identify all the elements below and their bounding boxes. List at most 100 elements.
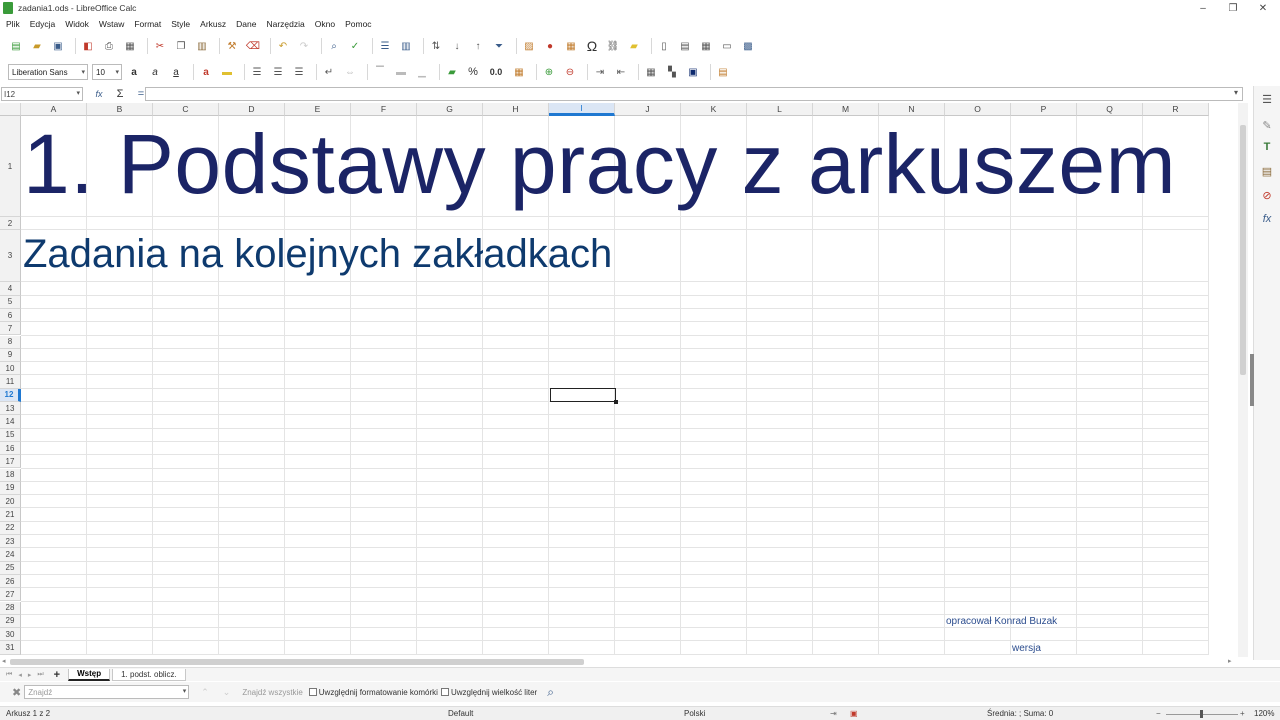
- column-header-c[interactable]: C: [153, 103, 219, 116]
- border-color-icon[interactable]: ▣: [685, 64, 701, 80]
- column-header-o[interactable]: O: [945, 103, 1011, 116]
- row-header-29[interactable]: 29: [0, 614, 21, 629]
- find-previous-icon[interactable]: ⌃: [201, 687, 209, 698]
- font-color-icon[interactable]: a: [198, 64, 214, 80]
- menu-narzedzia[interactable]: Narzędzia: [266, 19, 304, 29]
- column-icon[interactable]: ▥: [398, 38, 414, 54]
- function-wizard-icon[interactable]: fx: [91, 86, 107, 102]
- cell-a1-title[interactable]: 1. Podstawy pracy z arkuszem: [23, 122, 1176, 206]
- status-summary[interactable]: Średnia: ; Suma: 0: [987, 709, 1053, 718]
- bold-icon[interactable]: a: [126, 64, 142, 80]
- properties-icon[interactable]: ✎: [1258, 116, 1276, 134]
- menu-pomoc[interactable]: Pomoc: [345, 19, 371, 29]
- percent-format-icon[interactable]: %: [465, 64, 481, 80]
- find-all-button[interactable]: Znajdź wszystkie: [242, 688, 302, 697]
- font-name-combo[interactable]: Liberation Sans ▾: [8, 64, 88, 80]
- match-formatting-checkbox[interactable]: Uwzględnij formatowanie komórki: [308, 688, 438, 697]
- font-size-combo[interactable]: 10 ▾: [92, 64, 122, 80]
- document-modified-icon[interactable]: ▣: [850, 709, 858, 718]
- column-header-f[interactable]: F: [351, 103, 417, 116]
- open-folder-icon[interactable]: ▰: [29, 38, 45, 54]
- select-all-corner[interactable]: [0, 103, 21, 116]
- row-header-6[interactable]: 6: [0, 308, 21, 323]
- column-header-g[interactable]: G: [417, 103, 483, 116]
- row-header-7[interactable]: 7: [0, 322, 21, 336]
- name-box[interactable]: I12 ▾: [1, 87, 83, 101]
- add-decimal-icon[interactable]: ⊕: [541, 64, 557, 80]
- row-icon[interactable]: ☰: [377, 38, 393, 54]
- zoom-level[interactable]: 120%: [1254, 709, 1274, 718]
- column-header-l[interactable]: L: [747, 103, 813, 116]
- decimal-format-icon[interactable]: 0.0: [486, 64, 506, 80]
- clear-formatting-icon[interactable]: ⌫: [245, 38, 261, 54]
- menu-wstaw[interactable]: Wstaw: [99, 19, 125, 29]
- column-header-i[interactable]: I: [549, 103, 615, 116]
- find-replace-dialog-icon[interactable]: ⌕: [547, 685, 554, 700]
- next-sheet-icon[interactable]: ▸: [28, 671, 32, 679]
- row-header-11[interactable]: 11: [0, 375, 21, 389]
- headers-footers-icon[interactable]: ▯: [656, 38, 672, 54]
- underline-icon[interactable]: a: [168, 64, 184, 80]
- row-header-10[interactable]: 10: [0, 362, 21, 376]
- date-format-icon[interactable]: ▦: [511, 64, 527, 80]
- find-next-icon[interactable]: ⌄: [223, 687, 231, 698]
- row-header-22[interactable]: 22: [0, 521, 21, 535]
- copy-icon[interactable]: ❐: [173, 38, 189, 54]
- column-header-k[interactable]: K: [681, 103, 747, 116]
- italic-icon[interactable]: a: [147, 64, 163, 80]
- first-sheet-icon[interactable]: ⏮: [6, 671, 12, 679]
- row-header-21[interactable]: 21: [0, 508, 21, 522]
- row-header-25[interactable]: 25: [0, 561, 21, 575]
- column-header-r[interactable]: R: [1143, 103, 1209, 116]
- row-header-26[interactable]: 26: [0, 574, 21, 589]
- sort-descending-icon[interactable]: ↑: [470, 38, 486, 54]
- split-window-icon[interactable]: ▭: [719, 38, 735, 54]
- highlight-color-icon[interactable]: ▬: [219, 64, 235, 80]
- add-sheet-icon[interactable]: +: [54, 669, 60, 681]
- zoom-in-icon[interactable]: +: [1240, 709, 1245, 718]
- column-header-n[interactable]: N: [879, 103, 945, 116]
- row-header-19[interactable]: 19: [0, 481, 21, 496]
- show-draw-functions-icon[interactable]: ▩: [740, 38, 756, 54]
- row-header-13[interactable]: 13: [0, 402, 21, 416]
- insert-image-icon[interactable]: ▨: [521, 38, 537, 54]
- page-style[interactable]: Default: [448, 709, 473, 718]
- insert-chart-icon[interactable]: ●: [542, 38, 558, 54]
- column-header-q[interactable]: Q: [1077, 103, 1143, 116]
- maximize-button[interactable]: ❐: [1218, 0, 1248, 16]
- menu-format[interactable]: Format: [134, 19, 161, 29]
- row-header-15[interactable]: 15: [0, 428, 21, 442]
- align-right-icon[interactable]: ☰: [291, 64, 307, 80]
- freeze-rows-columns-icon[interactable]: ▦: [698, 38, 714, 54]
- row-header-1[interactable]: 1: [0, 116, 21, 217]
- row-header-9[interactable]: 9: [0, 348, 21, 363]
- column-header-d[interactable]: D: [219, 103, 285, 116]
- horizontal-scroll-thumb[interactable]: [10, 659, 584, 665]
- column-header-m[interactable]: M: [813, 103, 879, 116]
- match-case-checkbox[interactable]: Uwzględnij wielkość liter: [440, 688, 537, 697]
- sort-ascending-icon[interactable]: ↓: [449, 38, 465, 54]
- delete-decimal-icon[interactable]: ⊖: [562, 64, 578, 80]
- borders-icon[interactable]: ▦: [643, 64, 659, 80]
- align-middle-icon[interactable]: ▬: [393, 64, 409, 80]
- menu-dane[interactable]: Dane: [236, 19, 256, 29]
- close-find-icon[interactable]: ✖: [12, 686, 21, 699]
- selection-mode-icon[interactable]: ⇥: [830, 709, 837, 718]
- save-icon[interactable]: ▣: [50, 38, 66, 54]
- pivot-table-icon[interactable]: ▦: [563, 38, 579, 54]
- zoom-slider-handle[interactable]: [1200, 710, 1203, 718]
- row-header-3[interactable]: 3: [0, 230, 21, 283]
- cell-cursor[interactable]: [550, 388, 618, 404]
- row-header-24[interactable]: 24: [0, 548, 21, 562]
- row-header-12[interactable]: 12: [0, 388, 21, 402]
- wrap-text-icon[interactable]: ↵: [321, 64, 337, 80]
- fill-handle[interactable]: [614, 400, 618, 404]
- new-document-icon[interactable]: ▤: [8, 38, 24, 54]
- print-icon[interactable]: ⎙: [101, 38, 117, 54]
- row-header-2[interactable]: 2: [0, 217, 21, 231]
- cell-o29-author[interactable]: opracował Konrad Buzak: [946, 616, 1057, 627]
- align-left-icon[interactable]: ☰: [249, 64, 265, 80]
- vertical-scrollbar[interactable]: [1238, 103, 1248, 657]
- column-header-p[interactable]: P: [1011, 103, 1077, 116]
- column-header-a[interactable]: A: [21, 103, 87, 116]
